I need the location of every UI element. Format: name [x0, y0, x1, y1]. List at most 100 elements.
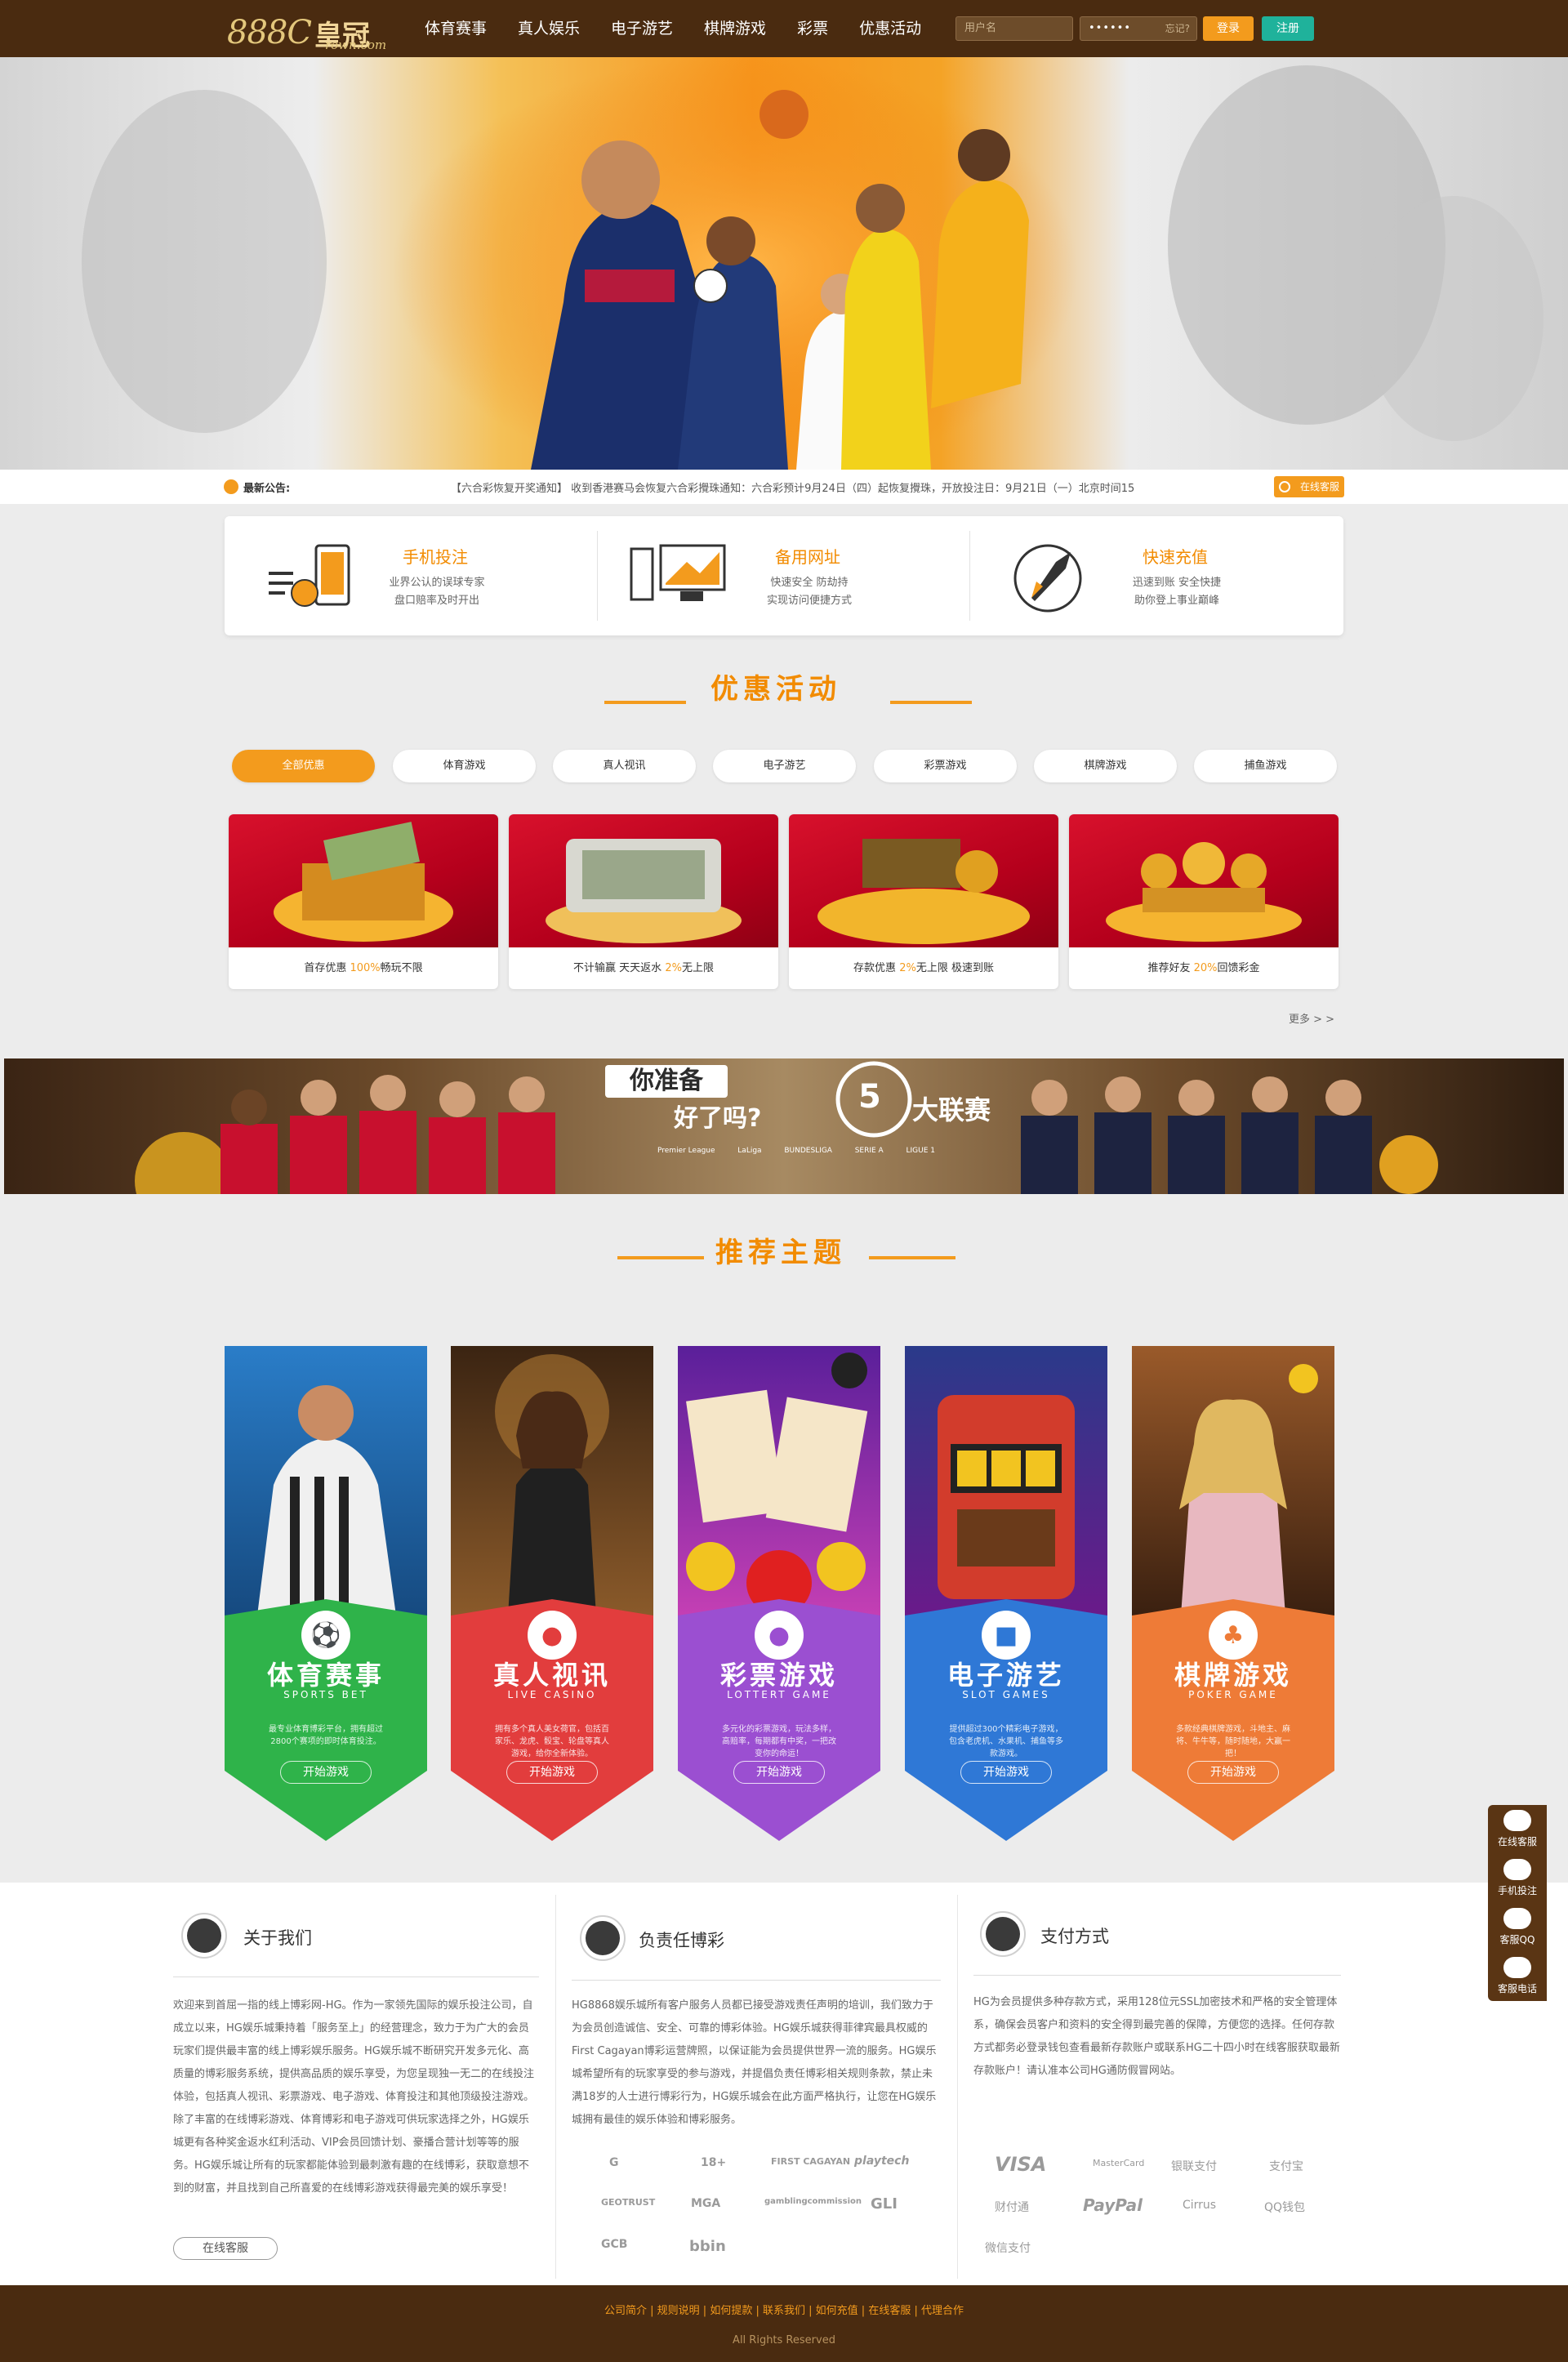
username-input[interactable]: 用户名: [956, 16, 1073, 41]
nav-sports[interactable]: 体育赛事: [425, 0, 487, 57]
start-game-button[interactable]: 开始游戏: [1187, 1761, 1279, 1784]
slots-photo: [905, 1346, 1107, 1616]
register-button[interactable]: 注册: [1262, 16, 1314, 41]
live-photo: [451, 1346, 653, 1616]
computer-icon: [630, 544, 726, 601]
soccer-ball-icon: ⚽: [301, 1611, 350, 1660]
tab-fishing[interactable]: 捕鱼游戏: [1194, 750, 1337, 782]
theme-subtitle: LIVE CASINO: [507, 1689, 597, 1700]
feature-mobile[interactable]: 手机投注 业界公认的误球专家 盘口赔率及时开出: [225, 516, 597, 635]
footer-links: 公司简介 | 规则说明 | 如何提款 | 联系我们 | 如何充值 | 在线客服 …: [604, 2305, 964, 2317]
sports-photo: [225, 1346, 427, 1616]
about-service-button[interactable]: 在线客服: [173, 2237, 278, 2260]
theme-card-lottery[interactable]: ● 彩票游戏 LOTTERT GAME 多元化的彩票游戏，玩法多样，高赔率，每期…: [678, 1346, 880, 1841]
promo-card[interactable]: 存款优惠 2%无上限 极速到账: [789, 814, 1058, 989]
theme-title: 彩票游戏: [719, 1660, 838, 1691]
theme-desc: 拥有多个真人美女荷官，包括百家乐、龙虎、骰宝、轮盘等真人游戏，给你全新体验。: [495, 1725, 609, 1758]
online-service-button[interactable]: 在线客服: [1274, 476, 1344, 497]
footer: 公司简介 | 规则说明 | 如何提款 | 联系我们 | 如何充值 | 在线客服 …: [0, 2285, 1568, 2362]
nav-live[interactable]: 真人娱乐: [518, 0, 580, 57]
side-phone[interactable]: 客服电话: [1488, 1952, 1547, 2001]
side-qq[interactable]: 客服QQ: [1488, 1903, 1547, 1952]
main-nav: 体育赛事 真人娱乐 电子游艺 棋牌游戏 彩票 优惠活动: [425, 0, 952, 57]
tab-cards[interactable]: 棋牌游戏: [1034, 750, 1177, 782]
start-game-button[interactable]: 开始游戏: [960, 1761, 1052, 1784]
theme-card-live[interactable]: ● 真人视讯 LIVE CASINO 拥有多个真人美女荷官，包括百家乐、龙虎、骰…: [451, 1346, 653, 1841]
poker-chip-icon: ●: [528, 1611, 577, 1660]
nav-slots[interactable]: 电子游艺: [611, 0, 673, 57]
promo-card[interactable]: 推荐好友 20%回馈彩金: [1069, 814, 1339, 989]
tab-all-promos[interactable]: 全部优惠: [232, 750, 375, 782]
feature-recharge-title: 快速充值: [1143, 547, 1208, 567]
side-online-service[interactable]: 在线客服: [1488, 1805, 1547, 1854]
title-ornament-left: [604, 701, 686, 704]
promo-card[interactable]: 不计输赢 天天返水 2%无上限: [509, 814, 778, 989]
wechat-pay-logo: 微信支付: [985, 2242, 1031, 2255]
nav-cards[interactable]: 棋牌游戏: [704, 0, 766, 57]
first-cagayan-logo: FIRST CAGAYAN: [771, 2156, 851, 2167]
theme-subtitle: LOTTERT GAME: [727, 1689, 831, 1700]
theme-card-sports[interactable]: ⚽ 体育赛事 SPORTS BET 最专业体育博彩平台，拥有超过2800个赛项的…: [225, 1346, 427, 1841]
feature-backup-url[interactable]: 备用网址 快速安全 防劫持 实现访问便捷方式: [597, 516, 969, 635]
start-game-button[interactable]: 开始游戏: [506, 1761, 598, 1784]
login-arrow-icon: [1503, 1859, 1531, 1880]
side-mobile-bet[interactable]: 手机投注: [1488, 1854, 1547, 1903]
footer-link[interactable]: 在线客服: [868, 2305, 911, 2317]
gli-logo: GLI: [871, 2195, 898, 2213]
headset-icon: [1503, 1810, 1531, 1831]
start-game-button[interactable]: 开始游戏: [733, 1761, 825, 1784]
nav-lottery[interactable]: 彩票: [797, 0, 828, 57]
feature-mobile-line2: 盘口赔率及时开出: [394, 595, 479, 607]
tenpay-logo: 财付通: [995, 2201, 1029, 2214]
password-input[interactable]: •••••• 忘记?: [1080, 16, 1197, 41]
footer-link[interactable]: 公司简介: [604, 2305, 647, 2317]
online-service-label: 在线客服: [1299, 481, 1339, 492]
theme-title: 体育赛事: [266, 1660, 385, 1691]
about-text: 欢迎来到首屈一指的线上博彩网-HG。作为一家领先国际的娱乐投注公司，自成立以来，…: [173, 1999, 535, 2195]
nav-promotions[interactable]: 优惠活动: [859, 0, 921, 57]
footer-link[interactable]: 规则说明: [657, 2305, 700, 2317]
side-float-bar: 在线客服 手机投注 客服QQ 客服电话: [1488, 1805, 1547, 2001]
slot-machine-icon: ■: [982, 1611, 1031, 1660]
payment-text: HG为会员提供多种存款方式，采用128位元SSL加密技术和严格的安全管理体系，确…: [973, 1996, 1340, 2077]
feature-mobile-title: 手机投注: [403, 547, 468, 567]
promo-card[interactable]: 首存优惠 100%畅玩不限: [229, 814, 498, 989]
visa-logo: VISA: [995, 2153, 1047, 2176]
alipay-logo: 支付宝: [1269, 2160, 1303, 2173]
site-logo[interactable]: 888C 皇冠 rown.com: [227, 5, 386, 52]
about-title: 关于我们: [243, 1928, 312, 1948]
theme-card-poker[interactable]: ♣ 棋牌游戏 POKER GAME 多款经典棋牌游戏，斗地主、麻将、牛牛等，随时…: [1132, 1346, 1334, 1841]
promo-image-gold-box: [229, 814, 498, 947]
league-logos: Premier League LaLiga BUNDESLIGA SERIE A…: [657, 1147, 935, 1155]
forgot-password-link[interactable]: 忘记?: [1165, 17, 1190, 40]
tab-lottery[interactable]: 彩票游戏: [874, 750, 1017, 782]
promo-section-title: 优惠活动: [710, 673, 841, 706]
footer-link[interactable]: 联系我们: [763, 2305, 805, 2317]
feature-recharge[interactable]: 快速充值 迅速到账 安全快捷 助你登上事业巅峰: [969, 516, 1342, 635]
tab-live[interactable]: 真人视讯: [553, 750, 696, 782]
login-button[interactable]: 登录: [1203, 16, 1254, 41]
tab-slots[interactable]: 电子游艺: [713, 750, 856, 782]
footer-link[interactable]: 如何充值: [816, 2305, 858, 2317]
hero-banner[interactable]: [0, 57, 1568, 470]
feature-recharge-line1: 迅速到账 安全快捷: [1132, 577, 1222, 589]
gcb-logo: GCB: [601, 2238, 628, 2251]
responsible-text: HG8868娱乐城所有客户服务人员都已接受游戏责任声明的培训，我们致力于为会员创…: [572, 1999, 937, 2126]
title-ornament-left: [617, 1256, 704, 1259]
gaming-license-logo: G: [609, 2156, 619, 2169]
top-header: 888C 皇冠 rown.com 体育赛事 真人娱乐 电子游艺 棋牌游戏 彩票 …: [0, 0, 1568, 57]
more-promos-link[interactable]: 更多 > >: [1289, 1010, 1334, 1026]
headset-icon: [1279, 481, 1290, 492]
start-game-button[interactable]: 开始游戏: [280, 1761, 372, 1784]
notice-text[interactable]: 【六合彩恢复开奖通知】 收到香港赛马会恢复六合彩攪珠通知：六合彩预计9月24日（…: [451, 479, 1134, 495]
qq-icon: [1503, 1908, 1531, 1929]
footer-link[interactable]: 代理合作: [921, 2305, 964, 2317]
promo-caption: 不计输赢 天天返水 2%无上限: [573, 962, 714, 974]
tab-sports[interactable]: 体育游戏: [393, 750, 536, 782]
paypal-logo: PayPal: [1083, 2195, 1143, 2215]
feature-mobile-line1: 业界公认的误球专家: [389, 577, 485, 589]
poker-photo: [1132, 1346, 1334, 1616]
theme-card-slots[interactable]: ■ 电子游艺 SLOT GAMES 提供超过300个精彩电子游戏，包含老虎机、水…: [905, 1346, 1107, 1841]
league-banner[interactable]: 你准备 好了吗? 5 大联赛 Premier League LaLiga BUN…: [4, 1058, 1564, 1194]
footer-link[interactable]: 如何提款: [710, 2305, 752, 2317]
